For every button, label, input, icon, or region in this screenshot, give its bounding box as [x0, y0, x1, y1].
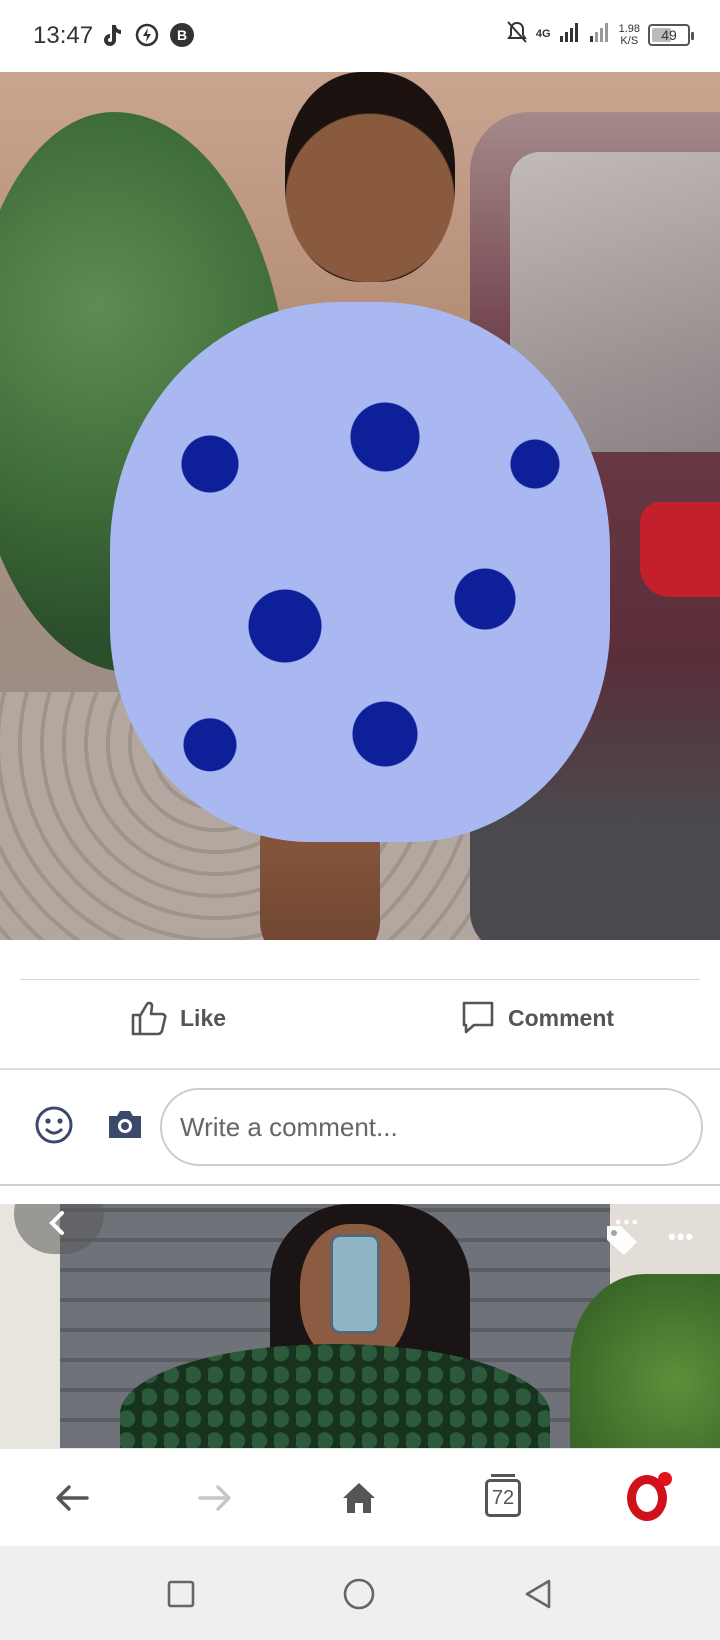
comment-input[interactable]	[160, 1088, 703, 1166]
square-icon	[167, 1580, 195, 1608]
arrow-left-icon	[56, 1485, 89, 1511]
camera-icon[interactable]	[106, 1108, 144, 1140]
divider	[0, 1184, 720, 1186]
status-right: 4G 1.98 K/S 49	[506, 20, 694, 49]
comment-label: Comment	[508, 1004, 615, 1031]
photo-dress	[110, 302, 610, 842]
tiktok-icon	[98, 22, 124, 48]
mute-bell-icon	[506, 20, 528, 49]
photo-plant	[570, 1274, 720, 1448]
photo-head	[285, 72, 455, 282]
browser-home-button[interactable]	[334, 1473, 384, 1523]
home-icon	[343, 1483, 375, 1513]
photo-taillight	[640, 502, 720, 597]
browser-back-button[interactable]	[47, 1473, 97, 1523]
status-bar: 13:47 B 4G 1.98 K/S 49	[0, 0, 720, 72]
tab-count: 72	[485, 1474, 521, 1517]
speech-bubble-icon	[460, 999, 496, 1037]
opera-menu-button[interactable]	[622, 1472, 672, 1523]
speed-value: 1.98	[618, 22, 640, 35]
notification-icons: B	[98, 22, 194, 48]
power-icon	[134, 22, 160, 48]
photo-outfit	[120, 1344, 550, 1448]
triangle-back-icon	[525, 1579, 551, 1609]
browser-forward-button[interactable]	[190, 1473, 240, 1523]
comment-composer	[0, 1070, 720, 1184]
more-options-icon[interactable]: •••	[668, 1224, 694, 1250]
speed-unit: K/S	[620, 34, 639, 47]
system-home-button[interactable]	[341, 1576, 377, 1612]
b-icon: B	[170, 23, 194, 47]
network-speed: 1.98 K/S	[619, 23, 640, 47]
like-button[interactable]: Like	[130, 995, 226, 1041]
arrow-right-icon	[198, 1485, 231, 1511]
notification-dot	[658, 1472, 672, 1486]
next-post-photo[interactable]: ••• •••	[0, 1204, 720, 1448]
tag-icon[interactable]	[604, 1222, 640, 1258]
comment-button[interactable]: Comment	[460, 995, 614, 1041]
system-back-button[interactable]	[520, 1576, 556, 1612]
system-navigation-bar	[0, 1546, 720, 1640]
emoji-icon[interactable]	[34, 1105, 74, 1145]
like-label: Like	[180, 1004, 227, 1031]
signal-icon-2	[589, 21, 611, 48]
post-photo[interactable]	[0, 72, 720, 940]
thumbs-up-icon	[130, 999, 168, 1037]
browser-tabs-button[interactable]: 72	[478, 1473, 528, 1523]
recents-button[interactable]	[163, 1576, 199, 1612]
divider	[20, 979, 700, 980]
status-time: 13:47	[33, 22, 94, 49]
browser-toolbar: 72	[0, 1448, 720, 1546]
battery-icon: 49	[648, 23, 694, 46]
opera-logo-icon	[627, 1472, 672, 1521]
circle-icon	[343, 1578, 375, 1610]
photo-phone	[330, 1234, 380, 1334]
chevron-left-icon	[49, 1211, 64, 1235]
battery-percent: 49	[661, 26, 677, 43]
network-type: 4G	[535, 28, 551, 40]
signal-icon-1	[559, 21, 581, 48]
